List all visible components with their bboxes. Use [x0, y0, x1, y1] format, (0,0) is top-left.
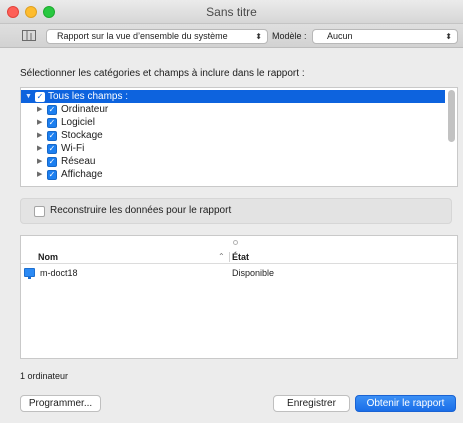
- tree-item-label: Réseau: [61, 156, 96, 167]
- report-type-value: Rapport sur la vue d’ensemble du système: [57, 31, 228, 41]
- window-title: Sans titre: [206, 5, 257, 19]
- tree-item-storage[interactable]: ▶ ✓ Stockage: [21, 129, 457, 142]
- monitor-icon: [24, 268, 35, 279]
- tree-item-label: Wi-Fi: [61, 143, 85, 154]
- get-report-button[interactable]: Obtenir le rapport: [355, 395, 456, 412]
- instructions-label: Sélectionner les catégories et champs à …: [20, 68, 305, 79]
- checkbox-software[interactable]: ✓: [47, 118, 57, 128]
- report-type-popup[interactable]: Rapport sur la vue d’ensemble du système…: [46, 29, 268, 44]
- sort-ascending-icon[interactable]: ⌃: [218, 250, 225, 264]
- popup-arrows-icon: ⬍: [445, 32, 452, 41]
- model-value: Aucun: [327, 31, 353, 41]
- triangle-right-icon[interactable]: ▶: [37, 129, 42, 142]
- save-button[interactable]: Enregistrer: [273, 395, 350, 412]
- split-handle-icon[interactable]: [233, 240, 238, 245]
- checkbox-display[interactable]: ✓: [47, 170, 57, 180]
- tree-item-label: Tous les champs :: [48, 91, 129, 102]
- tree-item-computer[interactable]: ▶ ✓ Ordinateur: [21, 103, 457, 116]
- computers-table[interactable]: Nom ⌃ État m-doct18 Disponible: [20, 235, 458, 359]
- rebuild-data-label: Reconstruire les données pour le rapport: [50, 205, 232, 216]
- popup-arrows-icon: ⬍: [255, 32, 262, 41]
- triangle-right-icon[interactable]: ▶: [37, 168, 42, 181]
- computer-name: m-doct18: [40, 268, 78, 278]
- checkbox-network[interactable]: ✓: [47, 157, 57, 167]
- columns-icon[interactable]: [22, 30, 36, 41]
- title-bar: Sans titre: [0, 0, 463, 24]
- tree-item-label: Affichage: [61, 169, 103, 180]
- triangle-right-icon[interactable]: ▶: [37, 116, 42, 129]
- triangle-right-icon[interactable]: ▶: [37, 155, 42, 168]
- triangle-right-icon[interactable]: ▶: [37, 142, 42, 155]
- tree-scrollbar[interactable]: [448, 90, 455, 142]
- schedule-button[interactable]: Programmer...: [20, 395, 101, 412]
- triangle-down-icon[interactable]: ▼: [25, 90, 32, 103]
- table-row[interactable]: m-doct18 Disponible: [21, 266, 457, 281]
- tree-item-label: Ordinateur: [61, 104, 109, 115]
- toolbar: Rapport sur la vue d’ensemble du système…: [0, 24, 463, 48]
- model-label: Modèle :: [272, 31, 307, 41]
- triangle-right-icon[interactable]: ▶: [37, 103, 42, 116]
- tree-item-label: Logiciel: [61, 117, 95, 128]
- tree-item-display[interactable]: ▶ ✓ Affichage: [21, 168, 457, 181]
- tree-item-software[interactable]: ▶ ✓ Logiciel: [21, 116, 457, 129]
- tree-item-network[interactable]: ▶ ✓ Réseau: [21, 155, 457, 168]
- column-divider[interactable]: [229, 252, 230, 262]
- checkbox-storage[interactable]: ✓: [47, 131, 57, 141]
- checkbox-all-fields[interactable]: ✓: [35, 92, 45, 102]
- field-tree[interactable]: ▼ ✓ Tous les champs : ▶ ✓ Ordinateur ▶ ✓…: [20, 87, 458, 187]
- rebuild-data-checkbox[interactable]: [34, 206, 45, 217]
- rebuild-data-option[interactable]: Reconstruire les données pour le rapport: [20, 198, 452, 224]
- column-header-name[interactable]: Nom: [38, 250, 58, 264]
- app-window: Sans titre Rapport sur la vue d’ensemble…: [0, 0, 463, 423]
- checkbox-wifi[interactable]: ✓: [47, 144, 57, 154]
- tree-item-all-fields[interactable]: ▼ ✓ Tous les champs :: [21, 90, 445, 103]
- tree-item-label: Stockage: [61, 130, 103, 141]
- tree-item-wifi[interactable]: ▶ ✓ Wi-Fi: [21, 142, 457, 155]
- computer-count: 1 ordinateur: [20, 371, 69, 381]
- computer-state: Disponible: [232, 268, 275, 278]
- checkbox-computer[interactable]: ✓: [47, 105, 57, 115]
- column-header-state[interactable]: État: [232, 250, 249, 264]
- table-header: Nom ⌃ État: [21, 250, 457, 264]
- model-popup[interactable]: Aucun ⬍: [312, 29, 458, 44]
